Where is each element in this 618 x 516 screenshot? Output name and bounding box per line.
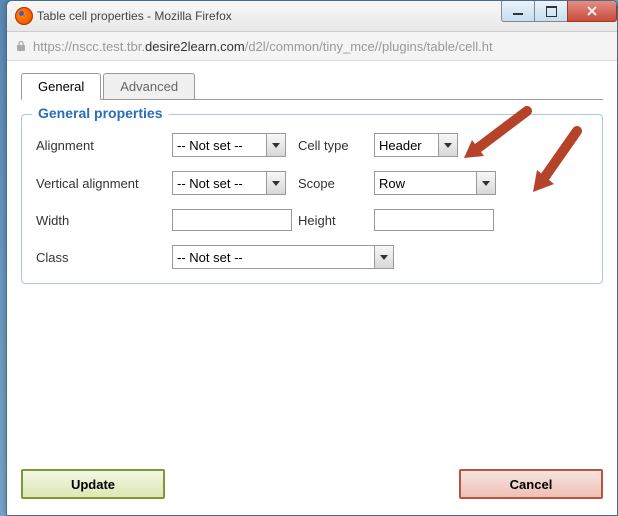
update-button[interactable]: Update: [21, 469, 165, 499]
url-domain: desire2learn.com: [145, 39, 245, 54]
height-label: Height: [298, 213, 368, 228]
width-input[interactable]: [172, 209, 292, 231]
height-input[interactable]: [374, 209, 494, 231]
close-button[interactable]: [567, 1, 617, 22]
celltype-label: Cell type: [298, 138, 368, 153]
address-bar[interactable]: https://nscc.test.tbr.desire2learn.com/d…: [7, 32, 617, 61]
celltype-value: Header: [375, 138, 438, 153]
chevron-down-icon: [266, 172, 285, 194]
maximize-button[interactable]: [534, 1, 568, 22]
general-properties-group: General properties Alignment -- Not set …: [21, 114, 603, 284]
scope-select[interactable]: Row: [374, 171, 496, 195]
width-label: Width: [36, 213, 166, 228]
titlebar: Table cell properties - Mozilla Firefox: [7, 1, 617, 32]
tab-general[interactable]: General: [21, 73, 101, 100]
firefox-icon: [15, 7, 33, 25]
chevron-down-icon: [374, 246, 393, 268]
chevron-down-icon: [476, 172, 495, 194]
minimize-button[interactable]: [501, 1, 535, 22]
celltype-select[interactable]: Header: [374, 133, 458, 157]
class-value: -- Not set --: [173, 250, 374, 265]
window-frame: Table cell properties - Mozilla Firefox …: [6, 0, 618, 516]
tab-strip: General Advanced: [21, 73, 603, 100]
alignment-label: Alignment: [36, 138, 166, 153]
scope-value: Row: [375, 176, 476, 191]
valign-select[interactable]: -- Not set --: [172, 171, 286, 195]
alignment-value: -- Not set --: [173, 138, 266, 153]
chevron-down-icon: [438, 134, 457, 156]
tab-advanced[interactable]: Advanced: [103, 73, 195, 99]
url-prefix: https://nscc.test.tbr.: [33, 39, 145, 54]
chevron-down-icon: [266, 134, 285, 156]
valign-value: -- Not set --: [173, 176, 266, 191]
url-text: https://nscc.test.tbr.desire2learn.com/d…: [33, 39, 493, 54]
url-suffix: /d2l/common/tiny_mce//plugins/table/cell…: [245, 39, 493, 54]
alignment-select[interactable]: -- Not set --: [172, 133, 286, 157]
scope-label: Scope: [298, 176, 368, 191]
lock-icon: [15, 40, 27, 52]
dialog-footer: Update Cancel: [21, 469, 603, 499]
fieldset-legend: General properties: [32, 105, 169, 121]
content-area: General Advanced General properties Alig…: [7, 61, 617, 296]
cancel-button[interactable]: Cancel: [459, 469, 603, 499]
valign-label: Vertical alignment: [36, 176, 166, 191]
window-controls: [502, 1, 617, 22]
class-select[interactable]: -- Not set --: [172, 245, 394, 269]
class-label: Class: [36, 250, 172, 265]
close-icon: [587, 6, 597, 16]
